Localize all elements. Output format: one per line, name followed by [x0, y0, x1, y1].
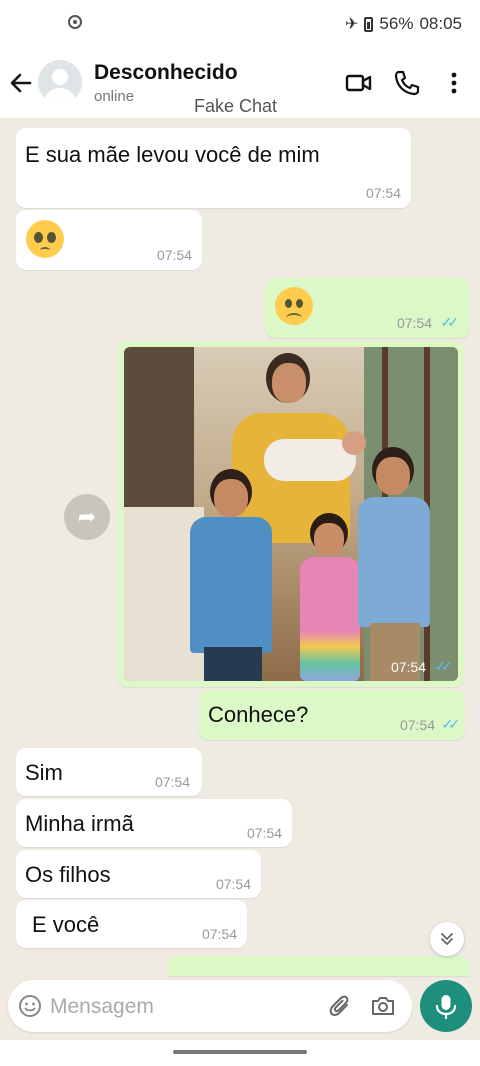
system-navigation-bar — [0, 1040, 480, 1066]
message-outgoing[interactable]: Conhece? 07:54 ✓✓ — [199, 690, 465, 740]
message-time: 07:54 — [390, 659, 426, 675]
scroll-to-bottom-button[interactable] — [430, 922, 464, 956]
microphone-icon — [435, 995, 457, 1020]
message-text: Conhece? — [208, 702, 309, 727]
back-arrow-icon[interactable] — [8, 68, 34, 98]
more-options-icon[interactable] — [442, 68, 466, 98]
home-gesture-handle[interactable] — [173, 1050, 307, 1054]
message-time: 07:54 — [246, 825, 282, 841]
screen-record-icon — [68, 15, 82, 29]
message-incoming[interactable]: Os filhos 07:54 — [16, 850, 261, 898]
double-chevron-down-icon — [441, 933, 453, 945]
message-time: 07:54 — [399, 717, 435, 733]
watermark-label: Fake Chat — [194, 96, 278, 116]
avatar[interactable] — [38, 60, 82, 104]
message-time: 07:54 — [396, 315, 432, 331]
attachment-icon[interactable] — [328, 993, 354, 1019]
message-incoming[interactable]: Sim 07:54 — [16, 748, 202, 796]
message-text: Sim — [25, 760, 63, 785]
message-text: E você — [32, 912, 100, 937]
status-bar: ✈ 56% 08:05 — [0, 0, 480, 52]
message-text: Minha irmã — [25, 811, 134, 836]
contact-status: online — [94, 88, 135, 105]
voice-call-icon[interactable] — [392, 68, 422, 98]
message-time: 07:54 — [154, 774, 190, 790]
read-receipt-icon: ✓✓ — [441, 716, 461, 732]
contact-name[interactable]: Desconhecido — [94, 61, 238, 85]
message-incoming[interactable]: Minha irmã 07:54 — [16, 799, 292, 847]
message-composer[interactable]: Mensagem — [8, 980, 412, 1032]
read-receipt-icon: ✓✓ — [440, 314, 460, 330]
message-outgoing[interactable]: 07:54 ✓✓ — [265, 278, 470, 338]
battery-icon — [364, 16, 374, 32]
chat-header: Desconhecido online Fake Chat — [0, 52, 480, 118]
message-outgoing-partial — [168, 956, 470, 976]
emoji-icon[interactable] — [18, 994, 42, 1018]
message-time: 07:54 — [215, 876, 251, 892]
airplane-mode-icon: ✈ — [345, 16, 359, 33]
forward-icon[interactable]: ➦ — [64, 494, 110, 540]
message-incoming[interactable]: 07:54 — [16, 210, 202, 270]
message-input[interactable]: Mensagem — [50, 995, 154, 1019]
message-time: 07:54 — [156, 247, 192, 263]
message-time: 07:54 — [201, 926, 237, 942]
message-incoming[interactable]: E sua mãe levou você de mim 07:54 — [16, 128, 411, 208]
message-text: Os filhos — [25, 862, 111, 887]
message-time: 07:54 — [365, 185, 401, 201]
pleading-face-icon — [26, 220, 64, 258]
message-text: E sua mãe levou você de mim — [25, 142, 320, 167]
clock: 08:05 — [419, 14, 462, 33]
battery-level: 56% — [379, 14, 414, 33]
slightly-frowning-face-icon — [275, 287, 313, 325]
video-call-icon[interactable] — [344, 68, 374, 98]
message-outgoing-image[interactable]: 07:54 ✓✓ — [118, 341, 464, 687]
message-incoming[interactable]: E você 07:54 — [16, 900, 247, 948]
family-photo[interactable] — [124, 347, 458, 681]
camera-icon[interactable] — [370, 993, 396, 1019]
voice-message-button[interactable] — [420, 980, 472, 1032]
read-receipt-icon: ✓✓ — [434, 658, 454, 674]
